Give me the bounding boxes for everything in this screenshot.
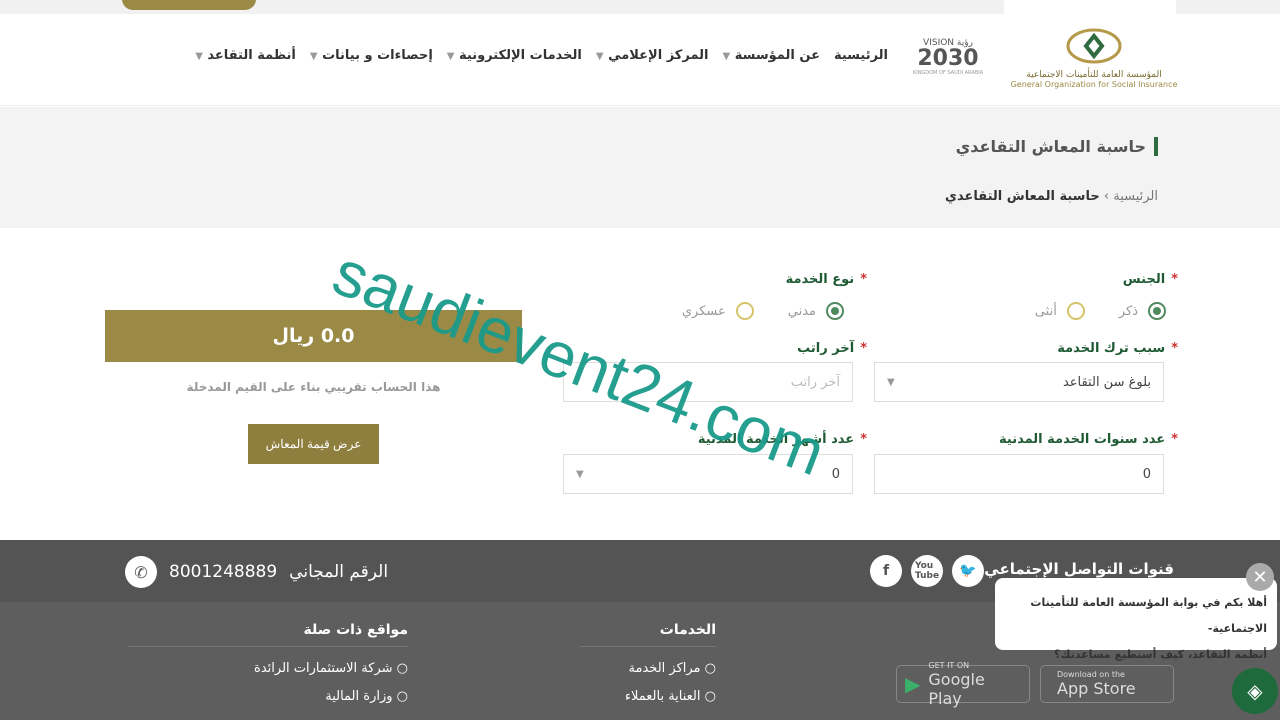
gender-label: *الجنس [1122,272,1178,287]
leave-reason-label: *سبب ترك الخدمة [1057,341,1178,356]
leave-reason-select[interactable]: بلوغ سن التقاعد ▼ [874,362,1164,402]
toll-free-label: الرقم المجاني [289,562,389,582]
service-civil-radio[interactable] [826,302,844,320]
google-play-icon: ▶ [905,672,921,696]
chatbot-icon[interactable]: ◈ [1232,668,1278,714]
gosi-logo[interactable]: المؤسسة العامة للتأمينات الاجتماعية Gene… [1010,26,1178,96]
nav-stats[interactable]: إحصاءات و بيانات ▼ [310,48,433,63]
chevron-down-icon: ▼ [576,468,584,480]
footer-link[interactable]: شركة الاستثمارات الرائدة [128,661,408,676]
chat-line: أهلا بكم في بوابة المؤسسة العامة للتأمين… [1030,596,1267,635]
breadcrumb-separator: › [1103,189,1110,204]
chevron-down-icon: ▼ [195,51,203,62]
logo-icon [1066,28,1122,64]
chevron-down-icon: ▼ [446,51,455,62]
service-military-radio[interactable] [735,302,754,320]
vision-sub: KINGDOM OF SAUDI ARABIA [912,70,984,76]
vision-2030-logo: VISION رؤية 2030 KINGDOM OF SAUDI ARABIA [912,38,984,88]
breadcrumb-current: حاسبة المعاش التقاعدي [945,189,1100,204]
services-column: الخدمات مراكز الخدمة العناية بالعملاء [580,622,716,717]
chevron-down-icon: ▼ [309,51,318,62]
page-title: حاسبة المعاش التقاعدي [956,137,1158,156]
show-pension-button[interactable]: عرض قيمة المعاش [248,424,379,464]
nav-about[interactable]: عن المؤسسة ▼ [723,48,820,63]
facebook-icon[interactable]: f [870,555,902,587]
app-store-badge[interactable]: Download on the App Store [1040,665,1174,703]
chevron-down-icon: ▼ [887,376,895,388]
nav-home[interactable]: الرئيسية [834,48,888,63]
main-nav: الرئيسية عن المؤسسة ▼ المركز الإعلامي ▼ … [195,48,888,63]
nav-eservices[interactable]: الخدمات الإلكترونية ▼ [447,48,582,63]
service-type-label: *نوع الخدمة [785,272,867,287]
result-note: هذا الحساب تقريبي بناء على القيم المدخلة [186,380,441,394]
page-header-band [0,107,1280,228]
chat-line: أنظمة التقاعد، كيف أستطيع مساعدتك؟ [1053,648,1267,661]
related-column: مواقع ذات صلة شركة الاستثمارات الرائدة وز… [128,622,408,717]
top-bar [0,0,1280,14]
footer-link[interactable]: وزارة المالية [128,689,408,704]
phone-icon: ✆ [125,556,157,588]
civil-years-label: *عدد سنوات الخدمة المدنية [999,432,1178,447]
radio-label: ذكر [1118,303,1138,319]
radio-label: أنثى [1034,303,1057,319]
service-type-radio-group: مدني عسكري [682,302,844,320]
toll-free: ✆ 8001248889 الرقم المجاني [125,556,388,588]
social-links: f You Tube 🐦 [870,555,984,587]
twitter-icon[interactable]: 🐦 [952,555,984,587]
close-icon[interactable]: ✕ [1246,563,1274,591]
logo-text-ar: المؤسسة العامة للتأمينات الاجتماعية [1026,70,1162,80]
social-title: قنوات التواصل الإجتماعي [984,560,1174,578]
toll-free-number[interactable]: 8001248889 [169,562,277,582]
radio-label: مدني [787,303,816,319]
top-bar-button[interactable] [122,0,256,10]
footer-link[interactable]: مراكز الخدمة [580,661,716,676]
chevron-down-icon: ▼ [722,51,731,62]
top-bar-tab[interactable] [1004,0,1176,14]
civil-years-input[interactable]: 0 [874,454,1164,494]
related-title: مواقع ذات صلة [128,622,408,647]
nav-media[interactable]: المركز الإعلامي ▼ [596,48,709,63]
breadcrumb-home[interactable]: الرئيسية [1113,189,1158,204]
gender-female-radio[interactable] [1066,302,1085,320]
nav-retirement[interactable]: أنظمة التقاعد ▼ [195,48,296,63]
gender-male-radio[interactable] [1148,302,1166,320]
gender-radio-group: ذكر أنثى [1035,302,1166,320]
breadcrumb: الرئيسية › حاسبة المعاش التقاعدي [945,189,1158,204]
youtube-icon[interactable]: You Tube [911,555,943,587]
last-salary-label: *آخر راتب [797,341,867,356]
radio-label: عسكري [681,303,726,319]
services-title: الخدمات [580,622,716,647]
chat-bubble: أهلا بكم في بوابة المؤسسة العامة للتأمين… [995,578,1277,661]
logo-text-en: General Organization for Social Insuranc… [1010,80,1178,89]
vision-year: 2030 [917,46,979,71]
google-play-badge[interactable]: ▶ GET IT ON Google Play [896,661,1030,708]
footer-link[interactable]: العناية بالعملاء [580,689,716,704]
chevron-down-icon: ▼ [595,51,604,62]
